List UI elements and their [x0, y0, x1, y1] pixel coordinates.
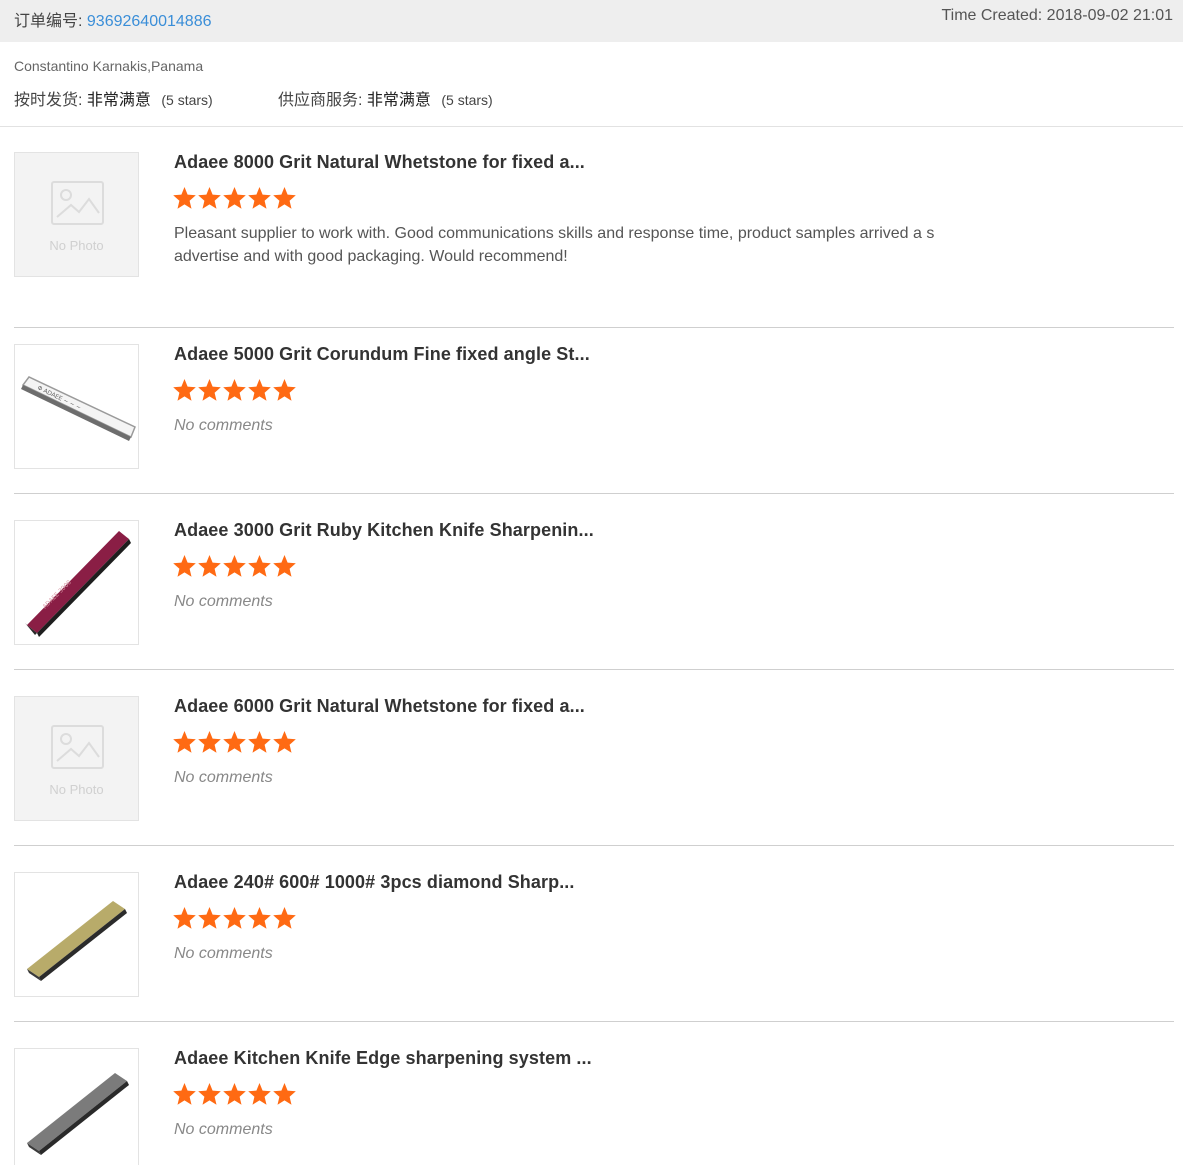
review-comment: No comments [174, 417, 273, 434]
star-icon [247, 1082, 272, 1106]
star-rating [172, 730, 297, 756]
star-icon [272, 186, 297, 210]
star-icon [197, 186, 222, 210]
star-icon [197, 906, 222, 930]
star-icon [197, 378, 222, 402]
star-icon [172, 186, 197, 210]
red-stone-icon: ADAEE 3000 [25, 531, 131, 637]
shipping-rating: 按时发货: 非常满意 (5 stars) [14, 86, 213, 110]
review-item: ADAEE 3000 Adaee 3000 Grit Ruby Kitchen … [14, 520, 1174, 670]
star-icon [247, 554, 272, 578]
review-item: Adaee Kitchen Knife Edge sharpening syst… [14, 1048, 1174, 1165]
product-title-link[interactable]: Adaee Kitchen Knife Edge sharpening syst… [174, 1048, 592, 1069]
gold-stone-icon [27, 901, 127, 981]
product-title-link[interactable]: Adaee 240# 600# 1000# 3pcs diamond Sharp… [174, 872, 575, 893]
buyer-name: Constantino Karnakis,Panama [14, 58, 204, 74]
review-item: Adaee 240# 600# 1000# 3pcs diamond Sharp… [14, 872, 1174, 1022]
star-icon [272, 906, 297, 930]
star-rating [172, 906, 297, 932]
star-icon [172, 554, 197, 578]
star-rating [172, 186, 297, 212]
star-icon [247, 906, 272, 930]
star-icon [247, 730, 272, 754]
buyer-info: Constantino Karnakis,Panama 按时发货: 非常满意 (… [0, 42, 1183, 127]
review-comment: No comments [174, 1121, 273, 1138]
service-rating-stars: (5 stars) [441, 92, 493, 108]
gray-stone-icon [27, 1073, 129, 1155]
star-icon [222, 554, 247, 578]
shipping-rating-label: 按时发货: [14, 92, 83, 109]
review-item: No Photo Adaee 8000 Grit Natural Whetsto… [14, 152, 1174, 328]
product-title-link[interactable]: Adaee 3000 Grit Ruby Kitchen Knife Sharp… [174, 520, 594, 541]
star-icon [247, 378, 272, 402]
product-thumbnail[interactable]: No Photo [14, 696, 139, 821]
star-icon [222, 1082, 247, 1106]
star-icon [172, 730, 197, 754]
star-icon [222, 186, 247, 210]
star-icon [247, 186, 272, 210]
star-icon [272, 378, 297, 402]
white-stone-icon: Φ ADAEE ~ ~ ~ [21, 376, 136, 441]
product-thumbnail[interactable] [14, 872, 139, 997]
star-icon [222, 906, 247, 930]
review-comment: No comments [174, 593, 273, 610]
review-comment: No comments [174, 769, 273, 786]
order-header: 订单编号: 93692640014886 Time Created: 2018-… [0, 0, 1183, 42]
order-number-label: 订单编号: [14, 13, 83, 30]
star-icon [172, 378, 197, 402]
no-photo-label: No Photo [49, 782, 104, 797]
time-created: Time Created: 2018-09-02 21:01 [941, 7, 1173, 24]
shipping-rating-stars: (5 stars) [161, 92, 213, 108]
product-title-link[interactable]: Adaee 8000 Grit Natural Whetstone for fi… [174, 152, 585, 173]
review-item: Φ ADAEE ~ ~ ~ Adaee 5000 Grit Corundum F… [14, 344, 1174, 494]
star-icon [172, 1082, 197, 1106]
star-icon [222, 730, 247, 754]
review-comment: Pleasant supplier to work with. Good com… [174, 225, 935, 265]
star-icon [222, 378, 247, 402]
shipping-rating-value: 非常满意 [86, 92, 151, 109]
no-photo-icon [51, 725, 104, 769]
star-icon [197, 554, 222, 578]
order-number-link[interactable]: 93692640014886 [87, 13, 212, 30]
star-icon [272, 730, 297, 754]
product-title-link[interactable]: Adaee 6000 Grit Natural Whetstone for fi… [174, 696, 585, 717]
star-rating [172, 554, 297, 580]
review-comment: No comments [174, 945, 273, 962]
star-icon [197, 730, 222, 754]
product-title-link[interactable]: Adaee 5000 Grit Corundum Fine fixed angl… [174, 344, 590, 365]
order-number-line: 订单编号: 93692640014886 [14, 7, 211, 31]
star-icon [272, 1082, 297, 1106]
star-icon [172, 906, 197, 930]
service-rating-value: 非常满意 [366, 92, 431, 109]
no-photo-label: No Photo [49, 238, 104, 253]
star-icon [197, 1082, 222, 1106]
star-rating [172, 378, 297, 404]
service-rating: 供应商服务: 非常满意 (5 stars) [278, 86, 493, 110]
star-rating [172, 1082, 297, 1108]
product-thumbnail[interactable] [14, 1048, 139, 1165]
product-thumbnail[interactable]: ADAEE 3000 [14, 520, 139, 645]
review-item: No Photo Adaee 6000 Grit Natural Whetsto… [14, 696, 1174, 846]
product-thumbnail[interactable]: No Photo [14, 152, 139, 277]
star-icon [272, 554, 297, 578]
product-thumbnail[interactable]: Φ ADAEE ~ ~ ~ [14, 344, 139, 469]
service-rating-label: 供应商服务: [278, 92, 363, 109]
no-photo-icon [51, 181, 104, 225]
